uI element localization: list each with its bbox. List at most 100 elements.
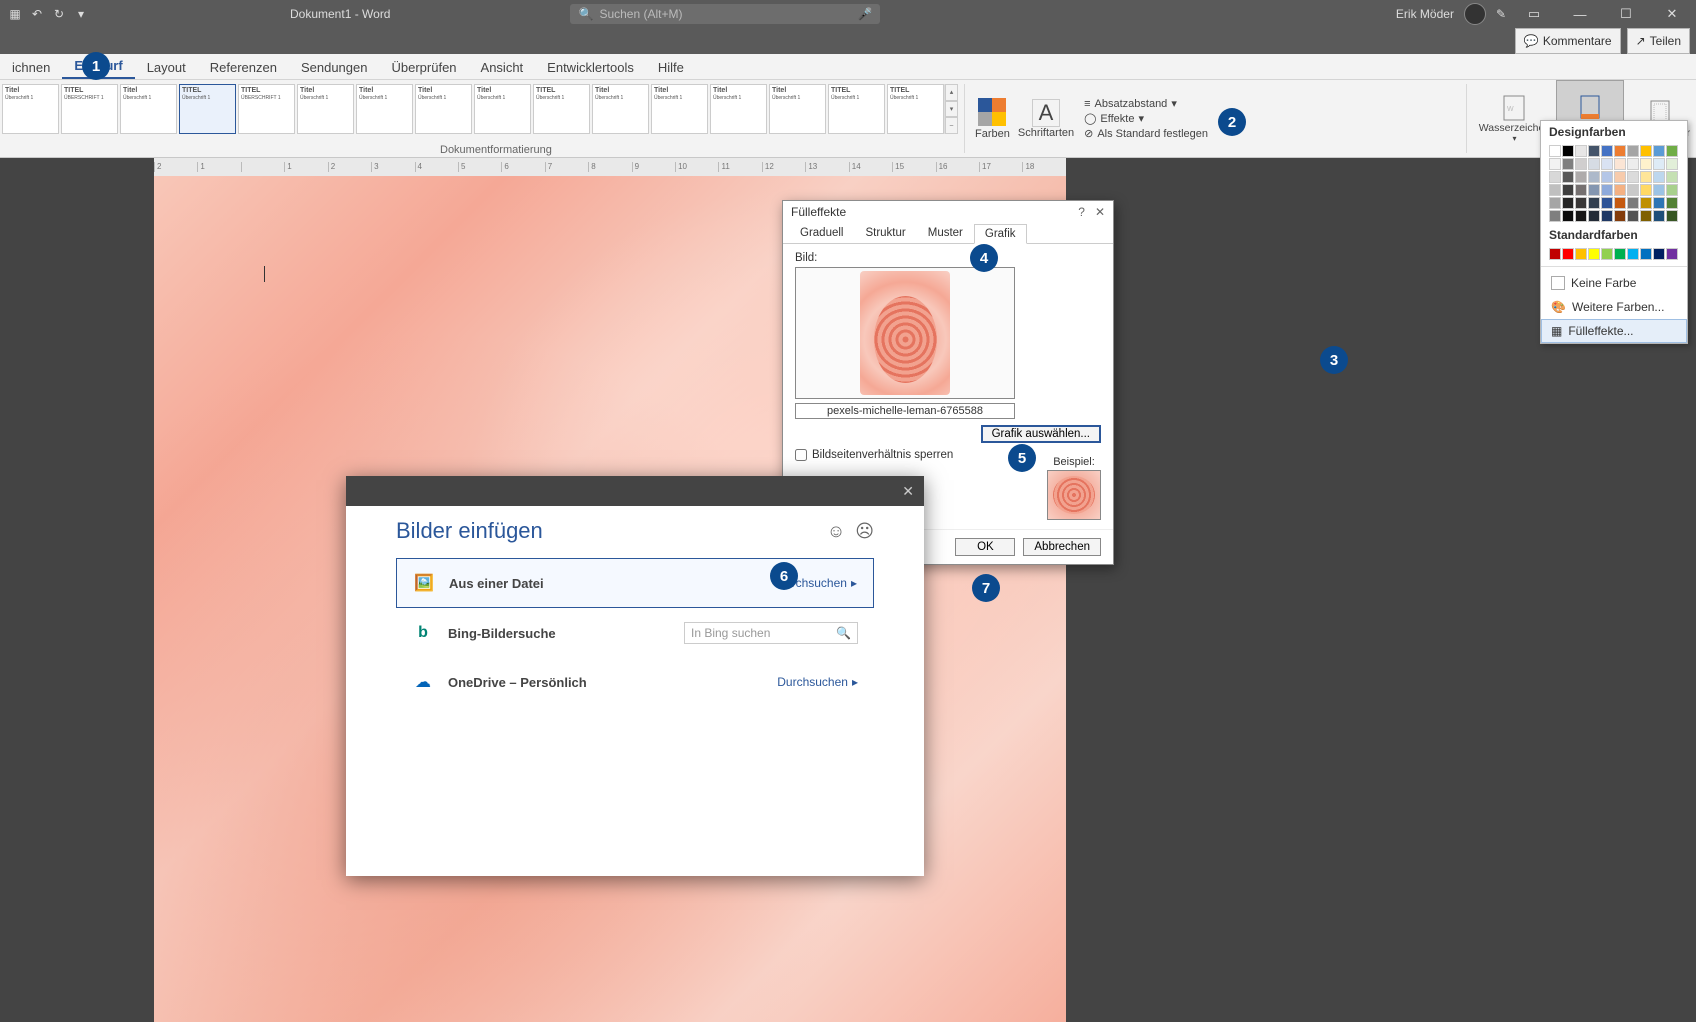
color-swatch[interactable] (1640, 197, 1652, 209)
color-swatch[interactable] (1575, 171, 1587, 183)
color-swatch[interactable] (1549, 248, 1561, 260)
select-graphic-button[interactable]: Grafik auswählen... (981, 425, 1101, 443)
color-swatch[interactable] (1614, 171, 1626, 183)
save-icon[interactable]: ▦ (6, 7, 24, 21)
colors-button[interactable]: Farben (971, 80, 1014, 157)
close-button[interactable]: ✕ (1654, 0, 1690, 28)
tab-struktur[interactable]: Struktur (854, 223, 916, 243)
scroll-down-icon[interactable]: ▾ (945, 101, 958, 118)
color-swatch[interactable] (1575, 210, 1587, 222)
theme-thumb[interactable]: TitelÜberschrift 1 (297, 84, 354, 134)
color-swatch[interactable] (1601, 158, 1613, 170)
search-box[interactable]: 🔍 Suchen (Alt+M) 🎤 (570, 4, 880, 24)
color-swatch[interactable] (1588, 158, 1600, 170)
smile-icon[interactable]: ☺ (827, 521, 845, 542)
color-swatch[interactable] (1601, 248, 1613, 260)
bing-search-input[interactable]: In Bing suchen 🔍 (684, 622, 858, 644)
color-swatch[interactable] (1549, 158, 1561, 170)
theme-thumb[interactable]: TitelÜberschrift 1 (710, 84, 767, 134)
color-swatch[interactable] (1588, 197, 1600, 209)
theme-thumb[interactable]: TitelÜberschrift 1 (769, 84, 826, 134)
theme-thumb[interactable]: TitelÜberschrift 1 (474, 84, 531, 134)
theme-thumb[interactable]: TITELÜBERSCHRIFT 1 (238, 84, 295, 134)
fill-effects-item[interactable]: ▦Fülleffekte... (1541, 319, 1687, 343)
cancel-button[interactable]: Abbrechen (1023, 538, 1101, 556)
color-swatch[interactable] (1614, 210, 1626, 222)
color-swatch[interactable] (1562, 184, 1574, 196)
color-swatch[interactable] (1627, 158, 1639, 170)
tab-zeichnen[interactable]: ichnen (0, 56, 62, 79)
no-color-item[interactable]: Keine Farbe (1541, 271, 1687, 295)
color-swatch[interactable] (1562, 210, 1574, 222)
color-swatch[interactable] (1627, 197, 1639, 209)
color-swatch[interactable] (1653, 210, 1665, 222)
color-swatch[interactable] (1666, 171, 1678, 183)
expand-icon[interactable]: ⎯ (945, 117, 958, 134)
color-swatch[interactable] (1549, 145, 1561, 157)
color-swatch[interactable] (1562, 171, 1574, 183)
help-icon[interactable]: ? (1078, 205, 1085, 219)
color-swatch[interactable] (1562, 248, 1574, 260)
color-swatch[interactable] (1666, 210, 1678, 222)
color-swatch[interactable] (1627, 210, 1639, 222)
tab-ansicht[interactable]: Ansicht (469, 56, 536, 79)
color-swatch[interactable] (1575, 248, 1587, 260)
color-swatch[interactable] (1666, 184, 1678, 196)
color-swatch[interactable] (1653, 171, 1665, 183)
color-swatch[interactable] (1601, 171, 1613, 183)
color-swatch[interactable] (1640, 210, 1652, 222)
color-swatch[interactable] (1562, 197, 1574, 209)
lock-aspect-input[interactable] (795, 449, 807, 461)
color-swatch[interactable] (1653, 184, 1665, 196)
color-swatch[interactable] (1549, 210, 1561, 222)
color-swatch[interactable] (1562, 145, 1574, 157)
theme-thumb[interactable]: TitelÜberschrift 1 (120, 84, 177, 134)
tab-ueberpruefen[interactable]: Überprüfen (379, 56, 468, 79)
color-swatch[interactable] (1640, 171, 1652, 183)
theme-thumb[interactable]: TITELÜBERSCHRIFT 1 (61, 84, 118, 134)
color-swatch[interactable] (1653, 145, 1665, 157)
comments-button[interactable]: 💬 Kommentare (1515, 28, 1621, 54)
color-swatch[interactable] (1640, 145, 1652, 157)
ok-button[interactable]: OK (955, 538, 1015, 556)
color-swatch[interactable] (1601, 145, 1613, 157)
color-swatch[interactable] (1666, 145, 1678, 157)
color-swatch[interactable] (1614, 158, 1626, 170)
frown-icon[interactable]: ☹ (855, 521, 874, 542)
tab-referenzen[interactable]: Referenzen (198, 56, 289, 79)
qat-more-icon[interactable]: ▾ (72, 7, 90, 21)
tab-entwicklertools[interactable]: Entwicklertools (535, 56, 646, 79)
color-swatch[interactable] (1666, 197, 1678, 209)
tab-muster[interactable]: Muster (917, 223, 974, 243)
fonts-button[interactable]: A Schriftarten (1014, 80, 1078, 157)
browse-onedrive-link[interactable]: Durchsuchen▸ (777, 675, 858, 689)
color-swatch[interactable] (1614, 248, 1626, 260)
set-default-button[interactable]: ⊘Als Standard festlegen (1084, 127, 1208, 140)
paragraph-spacing-button[interactable]: ≡Absatzabstand▾ (1084, 97, 1208, 110)
theme-thumb[interactable]: TitelÜberschrift 1 (356, 84, 413, 134)
theme-thumb[interactable]: TitelÜberschrift 1 (651, 84, 708, 134)
color-swatch[interactable] (1666, 248, 1678, 260)
theme-thumb[interactable]: TITELÜberschrift 1 (828, 84, 885, 134)
color-swatch[interactable] (1653, 248, 1665, 260)
color-swatch[interactable] (1614, 197, 1626, 209)
user-avatar[interactable] (1464, 3, 1486, 25)
color-swatch[interactable] (1575, 184, 1587, 196)
theme-thumb[interactable]: TITELÜberschrift 1 (533, 84, 590, 134)
color-swatch[interactable] (1666, 158, 1678, 170)
color-swatch[interactable] (1575, 158, 1587, 170)
color-swatch[interactable] (1627, 145, 1639, 157)
onedrive-option[interactable]: ☁ OneDrive – Persönlich Durchsuchen▸ (396, 658, 874, 706)
color-swatch[interactable] (1549, 184, 1561, 196)
color-swatch[interactable] (1588, 145, 1600, 157)
undo-icon[interactable]: ↶ (28, 7, 46, 21)
color-swatch[interactable] (1601, 184, 1613, 196)
mic-icon[interactable]: 🎤 (858, 7, 873, 21)
theme-thumb[interactable]: TITELÜberschrift 1 (887, 84, 944, 134)
color-swatch[interactable] (1653, 158, 1665, 170)
color-swatch[interactable] (1640, 184, 1652, 196)
ribbon-display-icon[interactable]: ▭ (1516, 0, 1552, 28)
color-swatch[interactable] (1614, 145, 1626, 157)
theme-thumb[interactable]: TitelÜberschrift 1 (2, 84, 59, 134)
effects-button[interactable]: ◯Effekte▾ (1084, 112, 1208, 125)
